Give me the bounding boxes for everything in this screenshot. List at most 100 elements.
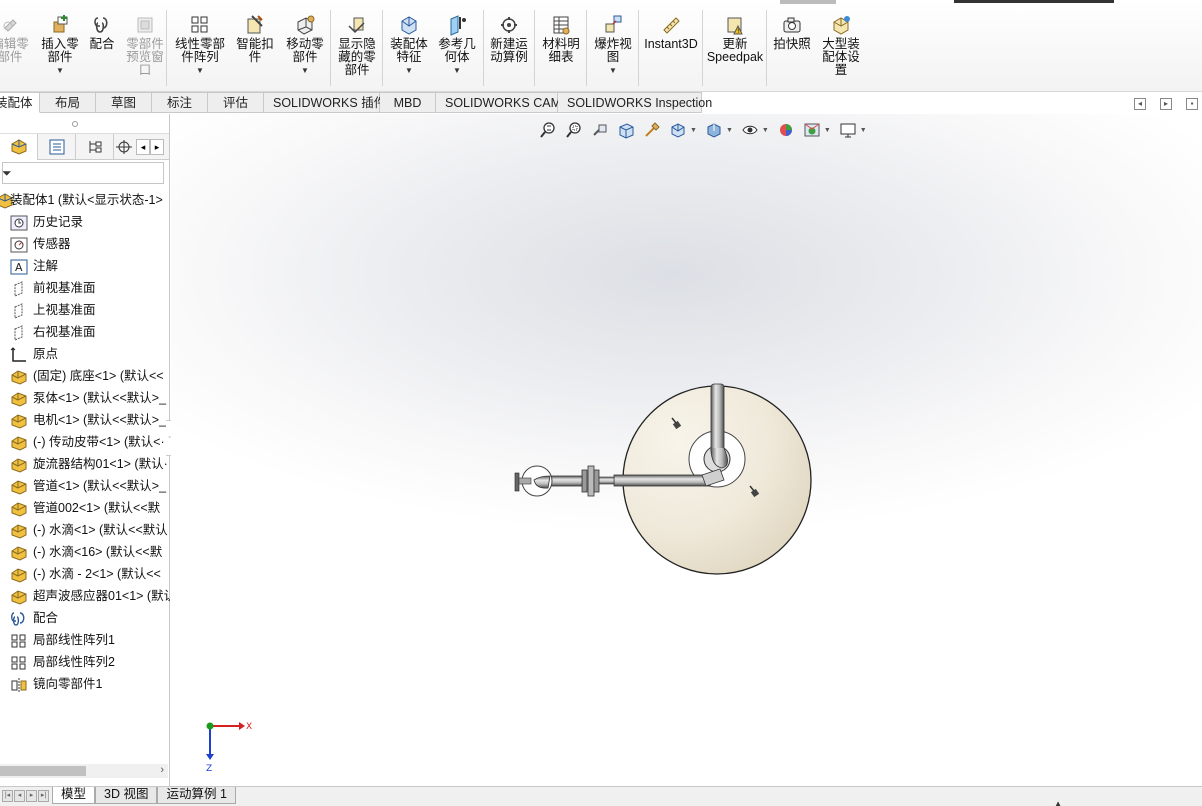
- panel-splitter[interactable]: [0, 114, 169, 134]
- collapse-right-icon[interactable]: ▸: [1160, 98, 1172, 110]
- tab-markup[interactable]: 标注: [152, 92, 208, 113]
- scrollbar-thumb[interactable]: [0, 766, 86, 776]
- insert-component-button[interactable]: 插入零 部件 ▼: [38, 14, 82, 75]
- tree-item-component-motor[interactable]: 电机<1> (默认<<默认>_: [0, 410, 170, 432]
- tree-item-history[interactable]: 历史记录: [0, 212, 170, 234]
- tree-item-sensors[interactable]: 传感器: [0, 234, 170, 256]
- dropdown-caret-icon[interactable]: ▼: [453, 66, 461, 75]
- flange[interactable]: [593, 469, 600, 493]
- pin-icon[interactable]: ▪: [1186, 98, 1198, 110]
- next-tab-icon[interactable]: ▸: [26, 790, 37, 802]
- dimxpert-tab[interactable]: [114, 134, 134, 160]
- configurationmanager-tab[interactable]: [76, 133, 114, 160]
- flange[interactable]: [587, 465, 595, 497]
- show-hidden-components-button[interactable]: 显示隐 藏的零 部件: [334, 14, 380, 77]
- smart-fasteners-button[interactable]: 智能扣 件: [232, 14, 278, 64]
- new-motion-study-button[interactable]: 新建运 动算例: [486, 14, 532, 64]
- tab-solidworks-inspection[interactable]: SOLIDWORKS Inspection: [558, 92, 712, 113]
- edit-appearance-icon[interactable]: [777, 121, 795, 139]
- take-snapshot-button[interactable]: 拍快照: [768, 14, 816, 51]
- tree-item-mirror-components-1[interactable]: 镜向零部件1: [0, 674, 170, 696]
- linear-component-pattern-button[interactable]: 线性零部 件阵列 ▼: [172, 14, 228, 75]
- tab-motion-study-1[interactable]: 运动算例 1: [157, 787, 236, 804]
- last-tab-icon[interactable]: ▸|: [38, 790, 49, 802]
- assembly-features-button[interactable]: 装配体 特征 ▼: [386, 14, 432, 75]
- bill-of-materials-button[interactable]: 材料明 细表: [538, 14, 584, 64]
- prev-tab-icon[interactable]: ◂: [14, 790, 25, 802]
- dropdown-caret-icon[interactable]: ▼: [824, 127, 831, 134]
- reference-geometry-button[interactable]: 参考几 何体 ▼: [434, 14, 480, 75]
- pump-end-cap[interactable]: [514, 472, 520, 492]
- view-settings-icon[interactable]: [839, 121, 857, 139]
- inlet-pipe-segment[interactable]: [549, 475, 583, 487]
- tab-sketch[interactable]: 草图: [96, 92, 152, 113]
- dynamic-annotation-views-icon[interactable]: [643, 121, 661, 139]
- tab-solidworks-addins[interactable]: SOLIDWORKS 插件: [264, 92, 386, 113]
- tree-item-component-pump-body[interactable]: 泵体<1> (默认<<默认>_: [0, 388, 170, 410]
- tree-item-front-plane[interactable]: 前视基准面: [0, 278, 170, 300]
- tree-item-right-plane[interactable]: 右视基准面: [0, 322, 170, 344]
- tab-scroll-left-icon[interactable]: ◂: [136, 138, 150, 155]
- large-assembly-settings-button[interactable]: 大型装 配体设 置: [818, 14, 864, 77]
- tree-item-annotations[interactable]: A 注解: [0, 256, 170, 278]
- tree-item-component-pipe[interactable]: 管道<1> (默认<<默认>_: [0, 476, 170, 498]
- flange[interactable]: [581, 469, 588, 493]
- dropdown-caret-icon[interactable]: ▼: [762, 127, 769, 134]
- assembly-model-top-view[interactable]: [506, 376, 826, 596]
- dropdown-caret-icon[interactable]: ▼: [405, 66, 413, 75]
- dropdown-caret-icon[interactable]: ▼: [196, 66, 204, 75]
- tree-item-mates[interactable]: 配合: [0, 608, 170, 630]
- overflow-pipe[interactable]: [710, 383, 725, 455]
- tree-item-component-ultrasonic-sensor[interactable]: 超声波感应器01<1> (默认: [0, 586, 170, 608]
- dropdown-caret-icon[interactable]: ▼: [726, 127, 733, 134]
- dropdown-caret-icon[interactable]: ▼: [301, 66, 309, 75]
- hide-show-items-icon[interactable]: [741, 121, 759, 139]
- collapse-left-icon[interactable]: ◂: [1134, 98, 1146, 110]
- section-view-icon[interactable]: [617, 121, 635, 139]
- instant3d-button[interactable]: Instant3D: [642, 14, 700, 51]
- tree-item-component-cyclone[interactable]: 旋流器结构01<1> (默认·: [0, 454, 170, 476]
- inlet-pipe[interactable]: [613, 474, 711, 487]
- dropdown-caret-icon[interactable]: ▼: [690, 127, 697, 134]
- tree-root-assembly[interactable]: 装配体1 (默认<显示状态-1>: [0, 190, 170, 212]
- tree-item-top-plane[interactable]: 上视基准面: [0, 300, 170, 322]
- tab-mbd[interactable]: MBD: [380, 92, 436, 113]
- graphics-area[interactable]: ▼ ▼ ▼ ▼ ▼ X Z: [171, 114, 1202, 786]
- tab-solidworks-cam[interactable]: SOLIDWORKS CAM: [436, 92, 561, 113]
- exploded-view-button[interactable]: 爆炸视 图 ▼: [590, 14, 636, 75]
- display-style-icon[interactable]: [705, 121, 723, 139]
- propertymanager-tab[interactable]: [38, 133, 76, 160]
- tree-filter-input[interactable]: [2, 162, 164, 184]
- tab-model[interactable]: 模型: [52, 787, 96, 804]
- tree-horizontal-scrollbar[interactable]: ›: [0, 764, 168, 778]
- filter-funnel-icon[interactable]: ⏷: [2, 166, 12, 181]
- splitter-handle-icon[interactable]: [72, 121, 78, 127]
- first-tab-icon[interactable]: |◂: [2, 790, 13, 802]
- move-component-button[interactable]: 移动零 部件 ▼: [282, 14, 328, 75]
- featuremanager-tab[interactable]: [0, 133, 38, 160]
- zoom-to-area-icon[interactable]: [565, 121, 583, 139]
- tab-layout[interactable]: 布局: [40, 92, 96, 113]
- tab-scroll-right-icon[interactable]: ▸: [150, 138, 164, 155]
- tree-item-component-drop16[interactable]: (-) 水滴<16> (默认<<默: [0, 542, 170, 564]
- tree-item-component-drop1[interactable]: (-) 水滴<1> (默认<<默认: [0, 520, 170, 542]
- previous-view-icon[interactable]: [591, 121, 609, 139]
- apply-scene-icon[interactable]: [803, 121, 821, 139]
- zoom-to-fit-icon[interactable]: [539, 121, 557, 139]
- tree-item-local-linear-pattern-2[interactable]: 局部线性阵列2: [0, 652, 170, 674]
- tree-item-component-belt[interactable]: (-) 传动皮带<1> (默认<·: [0, 432, 170, 454]
- tree-item-origin[interactable]: 原点: [0, 344, 170, 366]
- tree-item-component-base[interactable]: (固定) 底座<1> (默认<<: [0, 366, 170, 388]
- view-orientation-icon[interactable]: [669, 121, 687, 139]
- tree-item-local-linear-pattern-1[interactable]: 局部线性阵列1: [0, 630, 170, 652]
- mate-button[interactable]: 配合: [86, 14, 118, 51]
- component-preview-button[interactable]: 零部件 预览窗 口: [122, 14, 168, 77]
- tab-evaluate[interactable]: 评估: [208, 92, 264, 113]
- tab-3d-view[interactable]: 3D 视图: [95, 787, 158, 804]
- dropdown-caret-icon[interactable]: ▼: [860, 127, 867, 134]
- update-speedpak-button[interactable]: ! 更新 Speedpak: [706, 14, 764, 64]
- edit-component-button[interactable]: 编辑零 部件: [0, 14, 32, 64]
- tree-item-component-drop2[interactable]: (-) 水滴 - 2<1> (默认<<: [0, 564, 170, 586]
- tree-item-component-pipe002[interactable]: 管道002<1> (默认<<默: [0, 498, 170, 520]
- dropdown-caret-icon[interactable]: ▼: [609, 66, 617, 75]
